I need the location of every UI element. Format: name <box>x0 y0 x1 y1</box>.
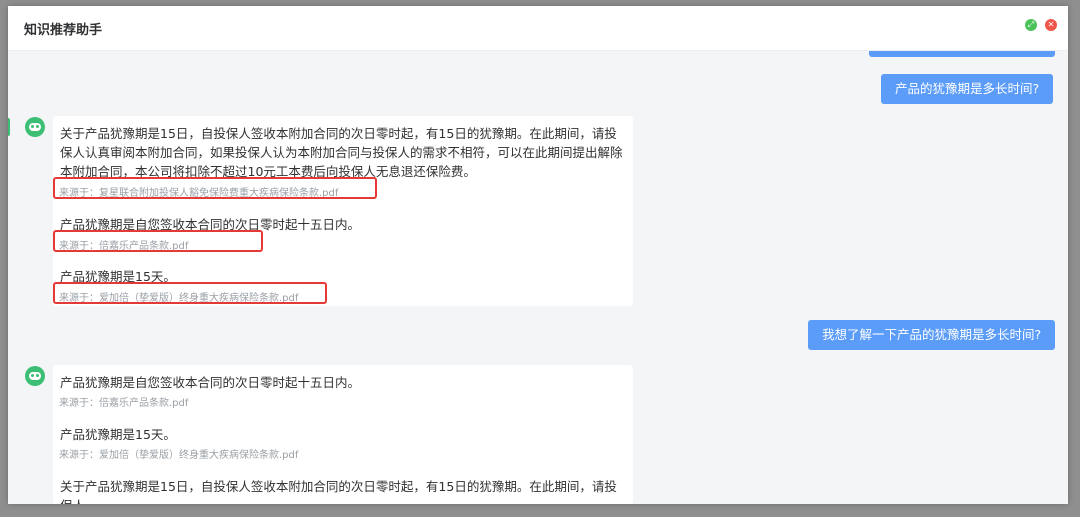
answer-text: 关于产品犹豫期是15日，自投保人签收本附加合同的次日零时起，有15日的犹豫期。在… <box>60 479 617 504</box>
user-message-2: 我想了解一下产品的犹豫期是多长时间? <box>808 320 1056 350</box>
robot-icon <box>25 366 45 386</box>
close-icon[interactable]: ✕ <box>1045 19 1057 31</box>
previous-user-bubble <box>869 51 1055 57</box>
window-title: 知识推荐助手 <box>24 23 103 38</box>
source-link[interactable]: 来源于：倍嘉乐产品条款.pdf <box>59 394 188 409</box>
expand-icon[interactable]: ⤢ <box>1025 19 1037 31</box>
active-indicator <box>8 118 10 136</box>
title-bar: 知识推荐助手 ⤢ ✕ <box>8 6 1068 51</box>
bot-answer-2: 产品犹豫期是自您签收本合同的次日零时起十五日内。 来源于：倍嘉乐产品条款.pdf… <box>53 365 633 504</box>
robot-icon <box>25 117 45 137</box>
answer-text: 产品犹豫期是15天。 <box>60 427 176 442</box>
highlight-box <box>53 230 263 252</box>
answer-text: 关于产品犹豫期是15日，自投保人签收本附加合同的次日零时起，有15日的犹豫期。在… <box>60 126 623 179</box>
chat-window: 知识推荐助手 ⤢ ✕ 产品的犹豫期是多长时间? 关于产品犹豫期是15日，自投保人… <box>8 6 1068 504</box>
highlight-box <box>53 177 377 199</box>
bot-answer-1: 关于产品犹豫期是15日，自投保人签收本附加合同的次日零时起，有15日的犹豫期。在… <box>53 116 633 306</box>
message-list[interactable]: 产品的犹豫期是多长时间? 关于产品犹豫期是15日，自投保人签收本附加合同的次日零… <box>8 51 1068 504</box>
user-message-1: 产品的犹豫期是多长时间? <box>881 74 1054 104</box>
answer-text: 产品犹豫期是自您签收本合同的次日零时起十五日内。 <box>60 375 361 390</box>
highlight-box <box>53 282 327 304</box>
source-link[interactable]: 来源于：爱加倍（挚爱版）终身重大疾病保险条款.pdf <box>59 446 298 461</box>
